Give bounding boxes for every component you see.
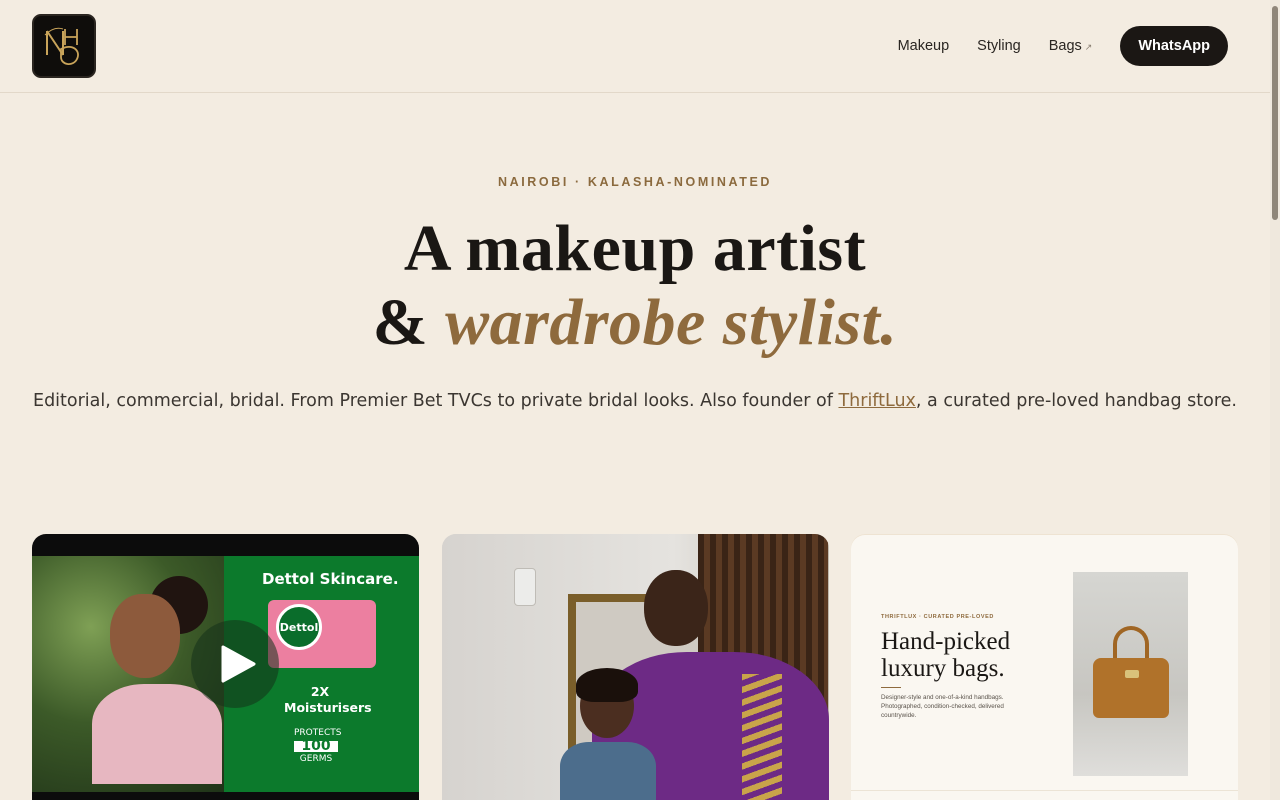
ad-brand-text: Dettol Skincare. <box>262 570 399 588</box>
nav-styling[interactable]: Styling <box>977 38 1021 54</box>
handbag-clasp <box>1125 670 1139 678</box>
model-face <box>110 594 180 678</box>
monogram-icon <box>44 27 79 65</box>
product-badge: Dettol <box>276 604 322 650</box>
girl-hair <box>576 668 638 702</box>
nav-bags[interactable]: Bags ↗ <box>1049 38 1093 54</box>
thriftlux-description: Designer-style and one-of-a-kind handbag… <box>881 694 1004 719</box>
external-link-icon: ↗ <box>1084 42 1093 52</box>
thriftlux-eyebrow: THRIFTLUX · CURATED PRE-LOVED <box>881 614 994 620</box>
moisturisers-text: 2X Moisturisers <box>284 684 372 715</box>
main-nav: Makeup Styling Bags ↗ WhatsApp <box>898 26 1228 66</box>
headline-line-1: A makeup artist <box>403 212 867 285</box>
germs-top: PROTECTS <box>294 728 342 738</box>
nav-bags-label: Bags <box>1048 38 1082 54</box>
site-header: Makeup Styling Bags ↗ WhatsApp <box>0 0 1270 93</box>
video-card[interactable]: Dettol Skincare. Dettol 2X Moisturisers … <box>32 534 419 800</box>
hero-lede: Editorial, commercial, bridal. From Prem… <box>0 388 1270 414</box>
man-head <box>644 570 708 646</box>
hero-headline: A makeup artist & wardrobe stylist. <box>0 212 1270 360</box>
lede-text-1: Editorial, commercial, bridal. From Prem… <box>33 391 839 411</box>
headline-accent: wardrobe stylist. <box>445 286 898 359</box>
portrait-card[interactable] <box>442 534 829 800</box>
lede-text-2: , a curated pre-loved handbag store. <box>915 391 1237 411</box>
germs-number: 100 <box>294 739 338 753</box>
play-icon <box>221 645 256 683</box>
wall-switch <box>514 568 536 606</box>
headline-ampersand: & <box>372 286 446 359</box>
scrollbar-track[interactable] <box>1270 0 1280 800</box>
card-divider <box>851 790 1238 791</box>
gold-embroidery <box>742 674 782 800</box>
thriftlux-divider <box>881 687 901 688</box>
hero-eyebrow: NAIROBI · KALASHA-NOMINATED <box>497 175 773 189</box>
whatsapp-button[interactable]: WhatsApp <box>1120 26 1228 66</box>
nav-makeup[interactable]: Makeup <box>898 38 950 54</box>
model-dress <box>92 684 222 784</box>
girl-denim-jacket <box>560 742 656 800</box>
thriftlux-title: Hand-picked luxury bags. <box>881 628 1011 682</box>
thriftlux-link[interactable]: ThriftLux <box>838 391 915 411</box>
scrollbar-thumb[interactable] <box>1272 6 1278 220</box>
germs-badge: PROTECTS 100 GERMS <box>294 728 342 765</box>
play-button[interactable] <box>191 620 279 708</box>
thriftlux-card[interactable]: THRIFTLUX · CURATED PRE-LOVED Hand-picke… <box>851 534 1238 800</box>
germs-bottom: GERMS <box>299 754 333 764</box>
handbag <box>1093 658 1169 718</box>
brand-logo[interactable] <box>32 14 96 78</box>
